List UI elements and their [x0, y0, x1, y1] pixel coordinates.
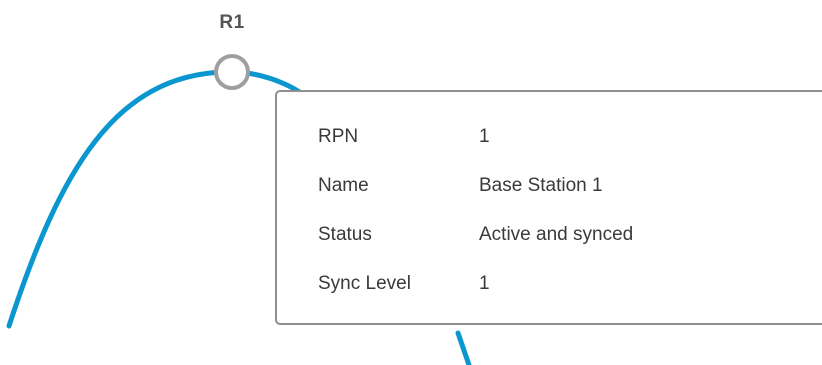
tooltip-row-sync-level: Sync Level 1 — [277, 269, 822, 299]
name-label: Name — [318, 175, 369, 196]
link-line-bottom — [455, 330, 472, 365]
node-circle-icon[interactable] — [214, 54, 250, 90]
node-tooltip: RPN 1 Name Base Station 1 Status Active … — [275, 90, 822, 325]
tooltip-row-status: Status Active and synced — [277, 220, 822, 250]
sync-level-label: Sync Level — [318, 273, 411, 294]
node-label: R1 — [219, 12, 245, 33]
status-label: Status — [318, 224, 372, 245]
tooltip-row-rpn: RPN 1 — [277, 122, 822, 152]
rpn-value: 1 — [479, 126, 490, 147]
rpn-label: RPN — [318, 126, 359, 147]
link-line-left — [6, 69, 228, 329]
status-value: Active and synced — [479, 224, 634, 245]
name-value: Base Station 1 — [479, 175, 603, 196]
sync-level-value: 1 — [479, 273, 490, 294]
tooltip-row-name: Name Base Station 1 — [277, 171, 822, 201]
